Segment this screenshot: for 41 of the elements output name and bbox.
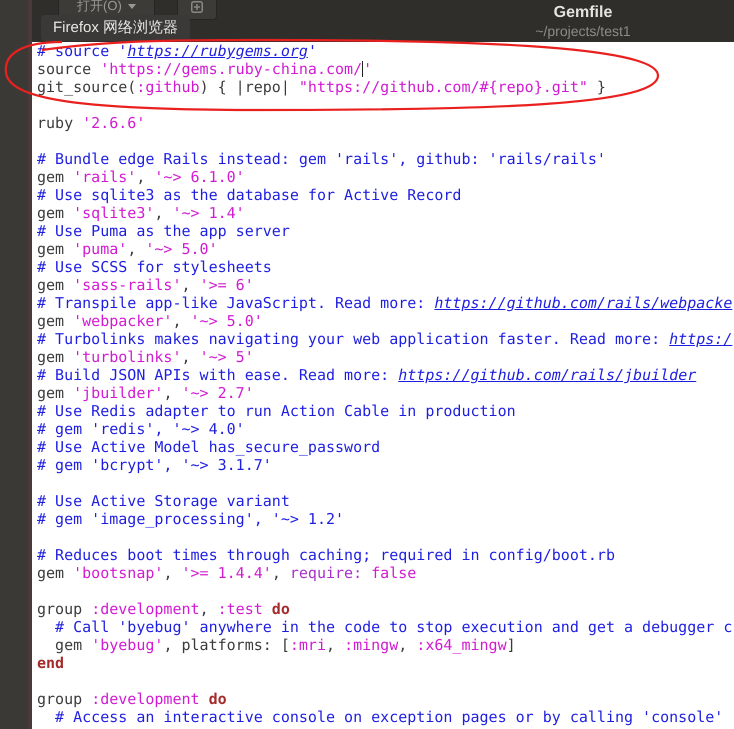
- code-line: gem 'sqlite3', '~> 1.4': [37, 204, 245, 222]
- code-line: git_source(:github) { |repo| "https://github.com/#{repo}.git" }: [37, 78, 606, 96]
- code-line: # Call 'byebug' anywhere in the code to stop execution and get a debugger c: [54, 618, 732, 636]
- code-line: gem 'bootsnap', '>= 1.4.4', require: false: [37, 564, 416, 582]
- code-line: # Turbolinks makes navigating your web application faster. Read more: https:/: [37, 330, 732, 348]
- caret-icon: [128, 4, 136, 9]
- code-line: source 'https://gems.ruby-china.com/': [37, 60, 372, 78]
- code-line: group :development do: [37, 690, 227, 708]
- code-line: # Use sqlite3 as the database for Active Record: [37, 186, 462, 204]
- code-line: # Use Active Model has_secure_password: [37, 438, 380, 456]
- code-line: gem 'turbolinks', '~> 5': [37, 348, 254, 366]
- code-line: gem 'webpacker', '~> 5.0': [37, 312, 263, 330]
- new-tab-button[interactable]: [176, 0, 217, 20]
- link[interactable]: https:/: [669, 330, 732, 348]
- code-line: # Access an interactive console on exception pages or by calling 'console': [54, 708, 724, 726]
- code-line: end: [37, 654, 64, 672]
- link[interactable]: https://github.com/rails/jbuilder: [398, 366, 696, 384]
- code-line: ruby '2.6.6': [37, 114, 146, 132]
- link[interactable]: https://rubygems.org: [127, 42, 308, 60]
- code-line: # gem 'bcrypt', '~> 3.1.7': [37, 456, 272, 474]
- code-line: # Use SCSS for stylesheets: [37, 258, 272, 276]
- code-line: # Reduces boot times through caching; required in config/boot.rb: [37, 546, 615, 564]
- window-subtitle: ~/projects/test1: [535, 23, 631, 40]
- code-line: # Use Redis adapter to run Action Cable in production: [37, 402, 516, 420]
- code-line: # Build JSON APIs with ease. Read more: https://github.com/rails/jbuilder: [37, 366, 696, 384]
- window-title: Gemfile: [554, 3, 612, 23]
- link[interactable]: https://github.com/rails/webpacke: [434, 294, 732, 312]
- tooltip: Firefox 网络浏览器: [41, 15, 190, 41]
- code-line: # Bundle edge Rails instead: gem 'rails', github: 'rails/rails': [37, 150, 606, 168]
- code-line: gem 'jbuilder', '~> 2.7': [37, 384, 254, 402]
- code-line: gem 'rails', '~> 6.1.0': [37, 168, 245, 186]
- code-line: group :development, :test do: [37, 600, 290, 618]
- code-line: # gem 'image_processing', '~> 1.2': [37, 510, 344, 528]
- code-line: gem 'sass-rails', '>= 6': [37, 276, 254, 294]
- code-line: # Use Active Storage variant: [37, 492, 290, 510]
- code-line: # Transpile app-like JavaScript. Read more: https://github.com/rails/webpacke: [37, 294, 732, 312]
- code-line: # gem 'redis', '~> 4.0': [37, 420, 245, 438]
- code-line: gem 'byebug', platforms: [:mri, :mingw, :x64_mingw]: [54, 636, 516, 654]
- code-line: # Use Puma as the app server: [37, 222, 290, 240]
- plus-icon: [190, 1, 203, 13]
- code-line: gem 'puma', '~> 5.0': [37, 240, 218, 258]
